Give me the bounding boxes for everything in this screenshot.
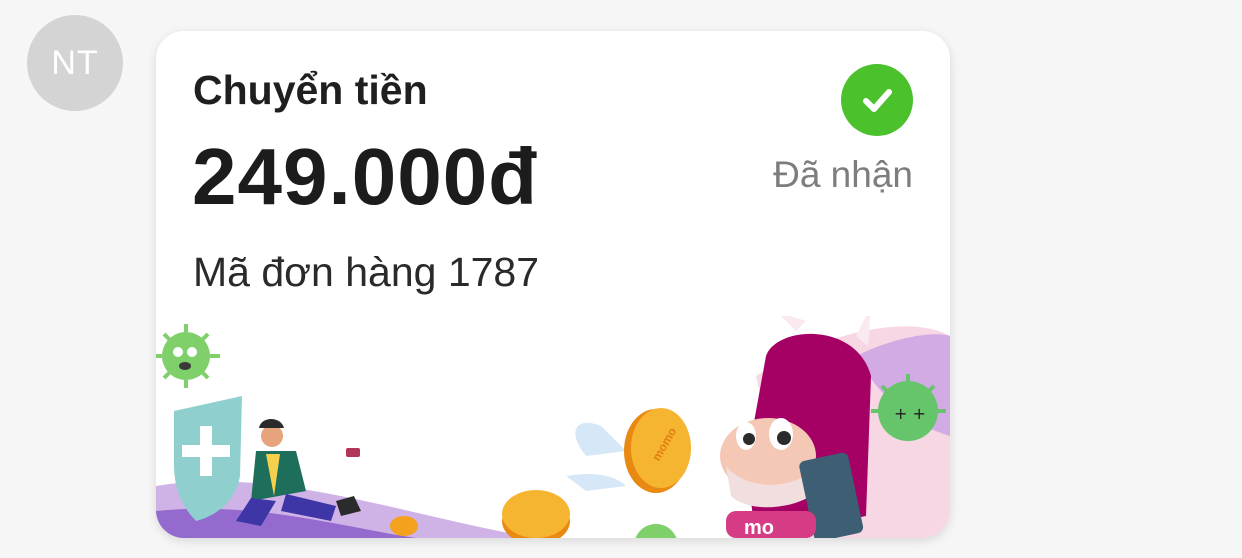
svg-text:mo: mo [744,517,774,538]
transfer-amount: 249.000đ [192,132,539,221]
card-title: Chuyển tiền [193,67,428,113]
momo-mascot-illustration: mo [720,316,871,538]
avatar-initials: NT [51,43,99,82]
promo-illustration: momo mo + + [156,316,950,538]
check-circle-icon [841,64,913,136]
avatar[interactable]: NT [27,15,123,111]
status-label: Đã nhận [773,154,913,195]
virus-icon [156,324,220,388]
svg-text:+ +: + + [894,404,926,423]
virus-icon [635,524,677,538]
coin-icon: momo [566,408,691,493]
transfer-message-card[interactable]: Chuyển tiền 249.000đ Mã đơn hàng 1787 Đã… [156,31,950,538]
running-person-illustration [236,419,361,526]
order-number: Mã đơn hàng 1787 [193,249,540,295]
coin-icon [502,490,570,538]
